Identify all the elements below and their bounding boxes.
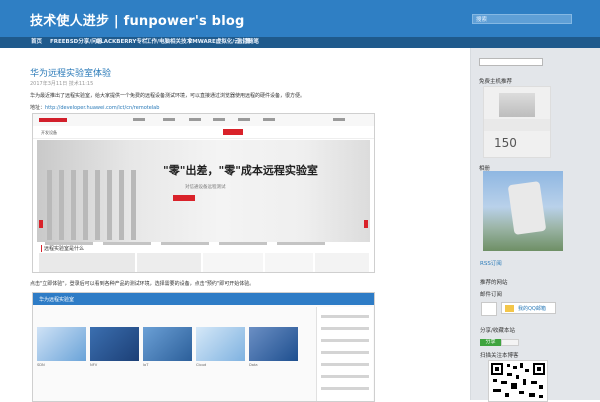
sidebar-title-host: 免费主机推荐 [479,79,513,85]
product-card-label: IoT [143,363,149,367]
nav-item-home[interactable]: 首页 [31,37,42,48]
sidebar-title-qr: 扫描关注本博客 [480,353,519,359]
banner-headline: "零"出差，"零"成本远程实验室 [163,164,318,177]
clock-icon [315,253,369,272]
server-rack [119,170,124,240]
qr-code-image [488,360,548,402]
screenshot-nav-item [263,118,275,121]
side-panel-item [321,351,369,354]
post-date: 2017年3月11日 技术11:15 [30,81,94,87]
sidebar-link-rss[interactable]: RSS订阅 [480,259,502,267]
screenshot-nav-item [213,118,225,121]
qr-code-pattern [491,363,545,398]
sidebar-title-mail: 邮件订阅 [480,292,503,298]
thumb-placeholder [203,253,263,272]
product-card-image [143,327,192,361]
banner-feature [277,242,325,245]
post-intro: 华为最近推出了远程实验室，给大家提供一个免费的远程设备测试环境，可以直接通过浏览… [30,93,306,99]
qq-mail-label: 我的QQ邮箱 [518,306,546,312]
nav-item-life[interactable]: 生活随笔 [237,37,259,48]
remotelab-link[interactable]: http://developer.huawei.com/ict/cn/remot… [45,105,159,111]
share-dropdown-icon[interactable] [501,339,519,346]
product-card-image [90,327,139,361]
side-panel-item [321,327,369,330]
screenshot-nav-item [133,118,145,121]
site-title[interactable]: 技术使人进步 | funpower's blog [30,10,244,29]
banner-cta-button [173,195,195,201]
nav-item-freebsd[interactable]: FREEBSD分享/问答 [50,37,102,48]
price-text: 150 [494,136,517,150]
side-panel-item [321,363,369,366]
banner-subline: 对信通设备远程测试 [185,185,226,190]
album-photo[interactable] [483,171,563,251]
screenshot2-topbar [33,293,374,305]
server-rack [107,170,112,240]
server-image [499,93,535,117]
server-rack [47,170,52,240]
product-card-image [196,327,245,361]
banner-feature [103,242,151,245]
screenshot-subbar [33,126,374,139]
site-header: 技术使人进步 | funpower's blog 搜索 [0,0,600,37]
share-button[interactable]: 分享 [480,339,501,346]
nav-item-blackberry[interactable]: BLACKBERRY专栏 [96,37,147,48]
screenshot-nav-item [333,118,345,121]
huawei-logo [39,118,67,122]
product-card-label: Cloud [196,363,207,367]
search-input[interactable]: 搜索 [472,14,572,24]
post-link-prefix: 地址： [30,105,46,111]
products-screenshot: 华为远程实验室 SDN NFV IoT Cloud Data [32,292,375,402]
side-panel-item [321,387,369,390]
qq-mail-button[interactable]: 我的QQ邮箱 [501,302,556,314]
hosting-ad-image[interactable]: 150 [483,86,551,158]
screenshot2-title: 华为远程实验室 [39,297,75,303]
banner-feature [161,242,209,245]
banner-prev-arrow [39,220,43,228]
product-card-label: NFV [90,363,98,367]
thumb-people [39,253,135,272]
screenshot-nav-item [238,118,250,121]
product-card-image [37,327,86,361]
server-rack [95,170,100,240]
server-rack [83,170,88,240]
nav-item-tech[interactable]: 工作/电脑相关技术 [146,37,192,48]
screenshot-banner [37,140,370,245]
product-card-image [249,327,298,361]
laptop-icon [265,253,313,272]
server-rack [59,170,64,240]
post-second-line: 点击"立即体验"，登录后可以看到各种产品的测试环境，选择需要的设备，点击"预约"… [30,281,255,287]
mail-icon [505,305,514,312]
screenshot-nav-item [189,118,201,121]
server-rack [71,170,76,240]
product-card-label: Data [249,363,258,367]
post-link-line: 地址：http://developer.huawei.com/ict/cn/re… [30,104,159,111]
banner-feature [219,242,267,245]
thumb-people [137,253,201,272]
screenshot-nav-item [163,118,175,121]
post-title[interactable]: 华为远程实验室体验 [30,66,111,79]
remotelab-screenshot: 开发设备 "零"出差，"零"成本远程实验室 对信通设备远程测试 远程实验室是什么 [32,113,375,273]
hongkong-banner [484,119,550,131]
sidebar-search-input[interactable] [479,58,543,66]
sidebar-title-friends: 推荐的网站 [480,280,508,286]
side-panel-item [321,315,369,318]
mail-badge-icon[interactable] [481,302,497,316]
product-card-label: SDN [37,363,45,367]
section-heading: 远程实验室是什么 [41,245,84,252]
side-panel-item [321,339,369,342]
banner-next-arrow [364,220,368,228]
main-nav: 首页 FREEBSD分享/问答 BLACKBERRY专栏 工作/电脑相关技术 V… [0,37,600,48]
side-panel-item [321,375,369,378]
screenshot2-side-panel [316,307,373,401]
screenshot-nav-button [223,129,243,135]
server-rack [131,170,136,240]
screenshot-sublabel: 开发设备 [41,130,57,135]
phone-image [507,181,547,235]
sidebar-title-share: 分享/收藏本站 [480,328,515,334]
